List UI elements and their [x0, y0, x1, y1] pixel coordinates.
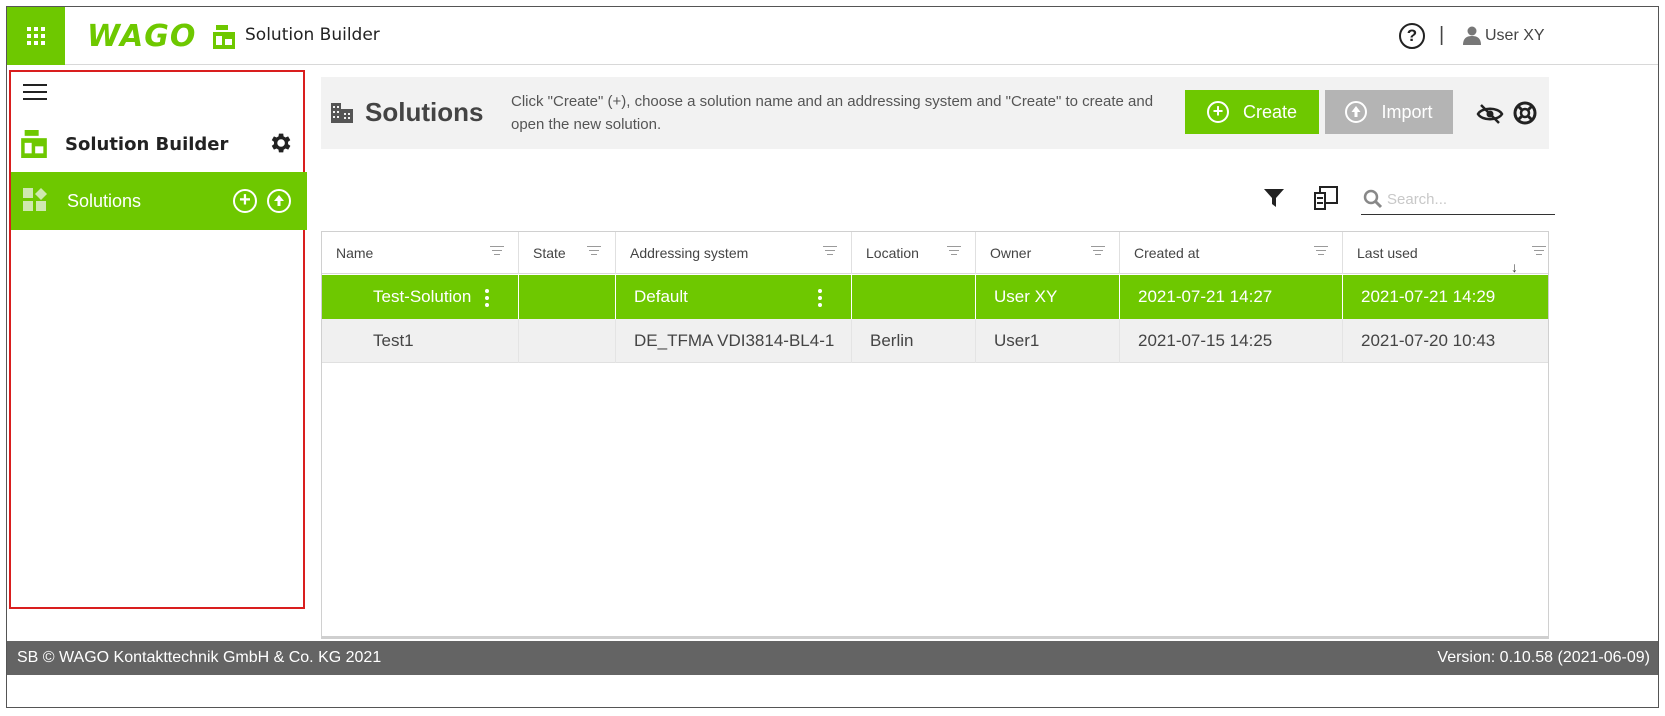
cell-last-used: 2021-07-20 10:43	[1361, 331, 1496, 350]
app-frame: WAGO Solution Builder ? | User XY Soluti…	[6, 6, 1659, 708]
cell-addressing-system: DE_TFMA VDI3814-BL4-1	[616, 319, 852, 363]
filter-icon[interactable]	[1263, 187, 1285, 209]
wago-logo: WAGO	[87, 19, 197, 54]
cell-state	[519, 319, 616, 363]
column-menu-icon[interactable]	[823, 246, 837, 258]
cell-state	[519, 275, 616, 319]
column-header-created-at[interactable]: Created at	[1120, 232, 1343, 274]
column-menu-icon[interactable]	[1314, 246, 1328, 258]
add-solution-button[interactable]: +	[233, 189, 257, 213]
cell-last-used: 2021-07-21 14:29	[1361, 287, 1496, 306]
column-menu-icon[interactable]	[1532, 246, 1546, 258]
eye-off-icon[interactable]	[1476, 104, 1504, 124]
column-header-last-used[interactable]: Last used ↓	[1343, 232, 1548, 275]
grid-icon	[27, 27, 45, 45]
solutions-table: Name State Addressing system Location Ow…	[321, 231, 1549, 639]
row-menu-icon[interactable]	[485, 289, 489, 307]
column-menu-icon[interactable]	[947, 246, 961, 258]
solutions-icon	[23, 188, 47, 211]
cell-name: Test-Solution	[322, 275, 519, 319]
sidebar-title: Solution Builder	[65, 134, 229, 155]
search-box	[1361, 183, 1555, 215]
column-header-addressing-system[interactable]: Addressing system	[616, 232, 852, 274]
import-button[interactable]: Import	[1325, 90, 1453, 134]
column-menu-icon[interactable]	[1091, 246, 1105, 258]
cell-addressing-system: Default	[616, 275, 852, 319]
cell-name: Test1	[322, 319, 519, 363]
sidebar-item-solutions[interactable]: Solutions +	[11, 172, 307, 230]
cell-created-at: 2021-07-21 14:27	[1120, 275, 1343, 319]
solution-builder-icon	[21, 130, 47, 158]
addressing-menu-icon[interactable]	[818, 289, 822, 307]
footer-copyright: SB © WAGO Kontakttechnik GmbH & Co. KG 2…	[17, 649, 382, 666]
import-solution-button[interactable]	[267, 189, 291, 213]
column-chooser-icon[interactable]	[1313, 185, 1339, 211]
menu-icon[interactable]	[23, 84, 47, 102]
page-title: Solutions	[365, 97, 484, 127]
upload-icon	[274, 195, 284, 206]
sidebar: Solution Builder Solutions +	[9, 70, 307, 609]
page-toolbar: Solutions Click "Create" (+), choose a s…	[321, 77, 1549, 149]
create-button[interactable]: + Create	[1185, 90, 1319, 134]
solution-builder-icon	[213, 25, 235, 49]
import-button-label: Import	[1381, 101, 1433, 122]
app-launcher-button[interactable]	[7, 7, 65, 65]
table-row[interactable]: Test1 DE_TFMA VDI3814-BL4-1 Berlin User1…	[322, 319, 1548, 363]
header-separator: |	[1439, 24, 1445, 46]
cell-owner: User XY	[976, 275, 1120, 319]
building-icon	[331, 103, 353, 123]
toolbar-hint: Click "Create" (+), choose a solution na…	[511, 93, 1154, 133]
footer: SB © WAGO Kontakttechnik GmbH & Co. KG 2…	[7, 641, 1658, 675]
search-input[interactable]	[1387, 187, 1547, 211]
top-bar: WAGO Solution Builder ? | User XY	[7, 7, 1658, 65]
create-button-label: Create	[1242, 101, 1298, 122]
column-header-state[interactable]: State	[519, 232, 616, 274]
main-content: Solutions Click "Create" (+), choose a s…	[307, 65, 1658, 641]
sidebar-item-label: Solutions	[67, 191, 142, 211]
column-menu-icon[interactable]	[587, 246, 601, 258]
column-header-owner[interactable]: Owner	[976, 232, 1120, 274]
column-header-location[interactable]: Location	[852, 232, 976, 274]
lifebuoy-icon[interactable]	[1513, 101, 1537, 125]
cell-location: Berlin	[852, 319, 976, 363]
table-header: Name State Addressing system Location Ow…	[322, 232, 1548, 275]
column-header-name[interactable]: Name	[322, 232, 519, 274]
help-icon[interactable]: ?	[1399, 23, 1425, 49]
user-icon[interactable]	[1463, 26, 1481, 45]
cell-location	[852, 275, 976, 319]
cell-created-at: 2021-07-15 14:25	[1120, 319, 1343, 363]
table-row[interactable]: Test-Solution Default User XY 2021-07-21…	[322, 275, 1548, 319]
plus-circle-icon: +	[1206, 101, 1229, 123]
footer-version: Version: 0.10.58 (2021-06-09)	[1437, 649, 1650, 666]
column-menu-icon[interactable]	[490, 246, 504, 258]
gear-icon[interactable]	[267, 130, 293, 156]
search-icon	[1363, 189, 1383, 209]
upload-circle-icon	[1345, 101, 1368, 123]
app-title: Solution Builder	[245, 25, 380, 45]
user-menu[interactable]: User XY	[1485, 27, 1545, 45]
cell-owner: User1	[976, 319, 1120, 363]
